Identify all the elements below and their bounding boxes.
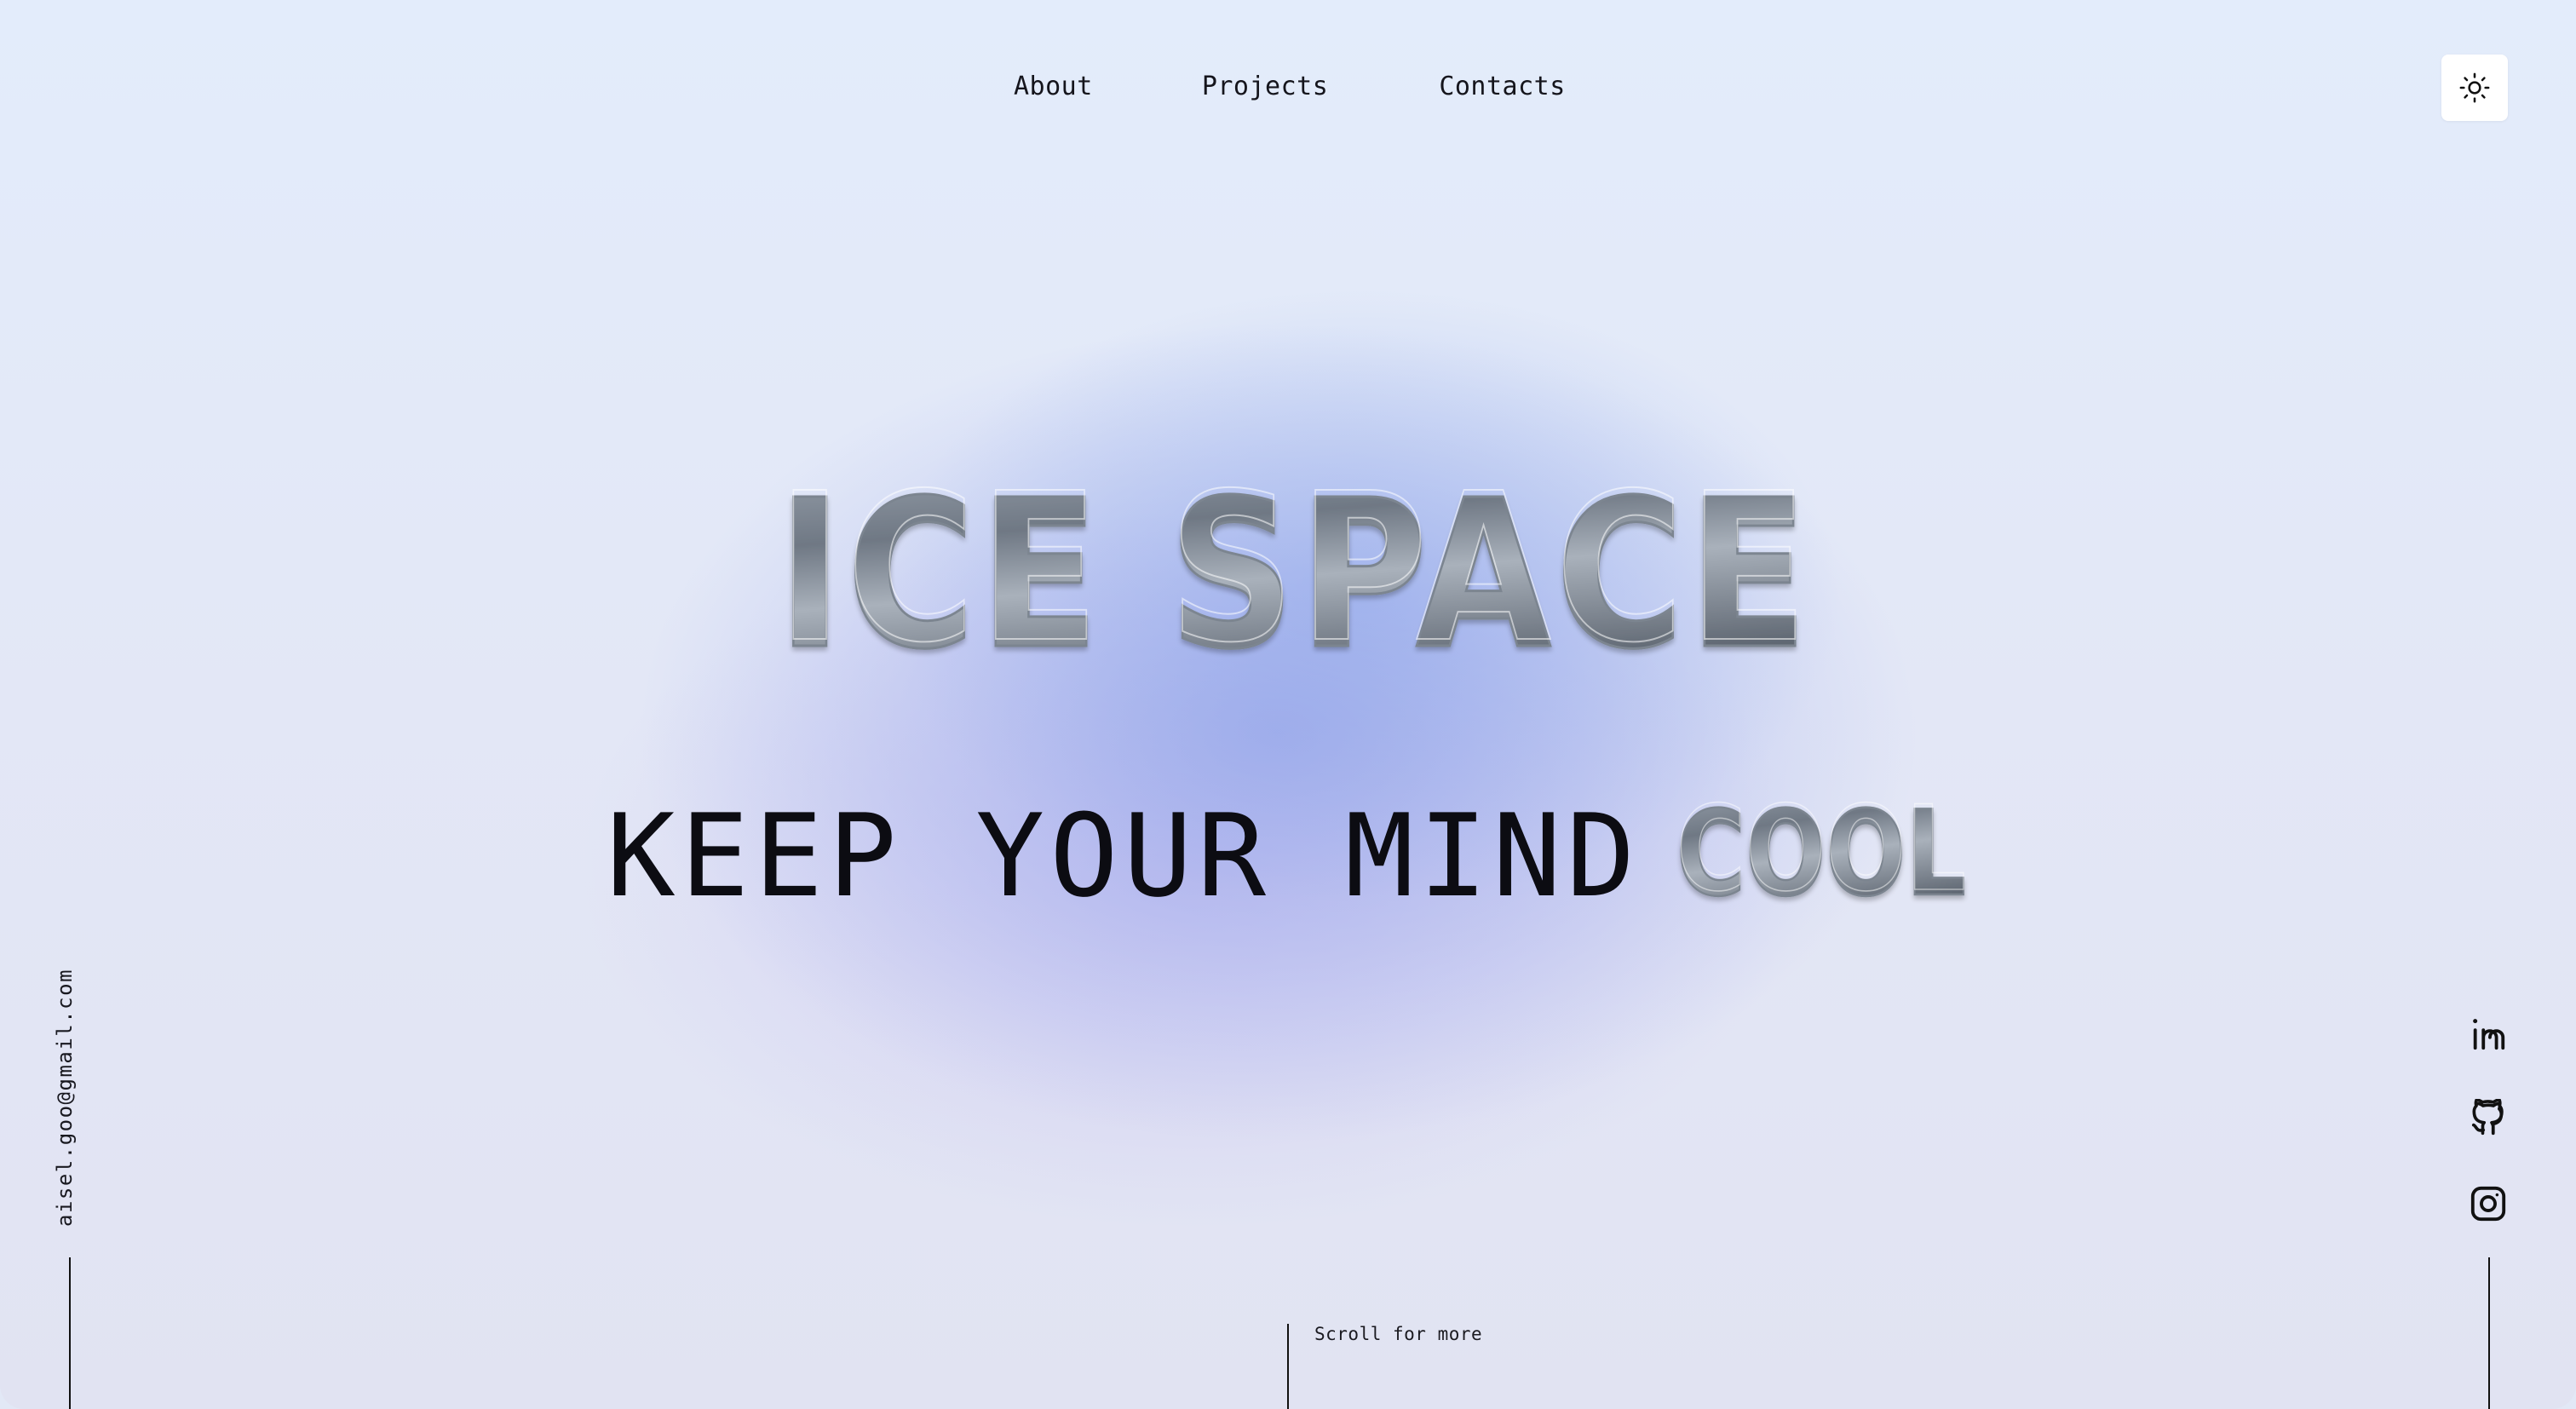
tagline-cool-word: COOL COOL — [1676, 801, 1968, 912]
nav-projects[interactable]: Projects — [1202, 68, 1329, 106]
nav-about[interactable]: About — [1014, 68, 1093, 106]
sun-icon — [2459, 72, 2490, 103]
nav-contacts[interactable]: Contacts — [1439, 68, 1566, 106]
hero-title: ICE SPACE ICE SPACE — [767, 448, 1823, 696]
scroll-divider — [1287, 1324, 1289, 1409]
left-divider — [69, 1257, 71, 1409]
landing-page: About Projects Contacts ICE SPACE ICE SP… — [0, 0, 2576, 1409]
tagline: KEEP YOUR MIND COOL COOL — [607, 790, 1970, 923]
tagline-cool-highlight: COOL — [1676, 801, 1966, 912]
right-divider — [2488, 1257, 2490, 1409]
github-icon[interactable] — [2469, 1099, 2508, 1138]
instagram-icon[interactable] — [2469, 1184, 2508, 1223]
scroll-for-more[interactable]: Scroll for more — [1314, 1324, 1482, 1344]
social-links — [2469, 1014, 2510, 1269]
top-nav: About Projects Contacts — [1014, 68, 1566, 106]
hero-title-highlight: ICE SPACE — [778, 449, 1813, 687]
linkedin-icon[interactable] — [2469, 1014, 2508, 1053]
theme-toggle-button[interactable] — [2441, 55, 2508, 121]
contact-email[interactable]: aisel.goo@gmail.com — [53, 969, 77, 1227]
tagline-text: KEEP YOUR MIND — [607, 790, 1641, 923]
